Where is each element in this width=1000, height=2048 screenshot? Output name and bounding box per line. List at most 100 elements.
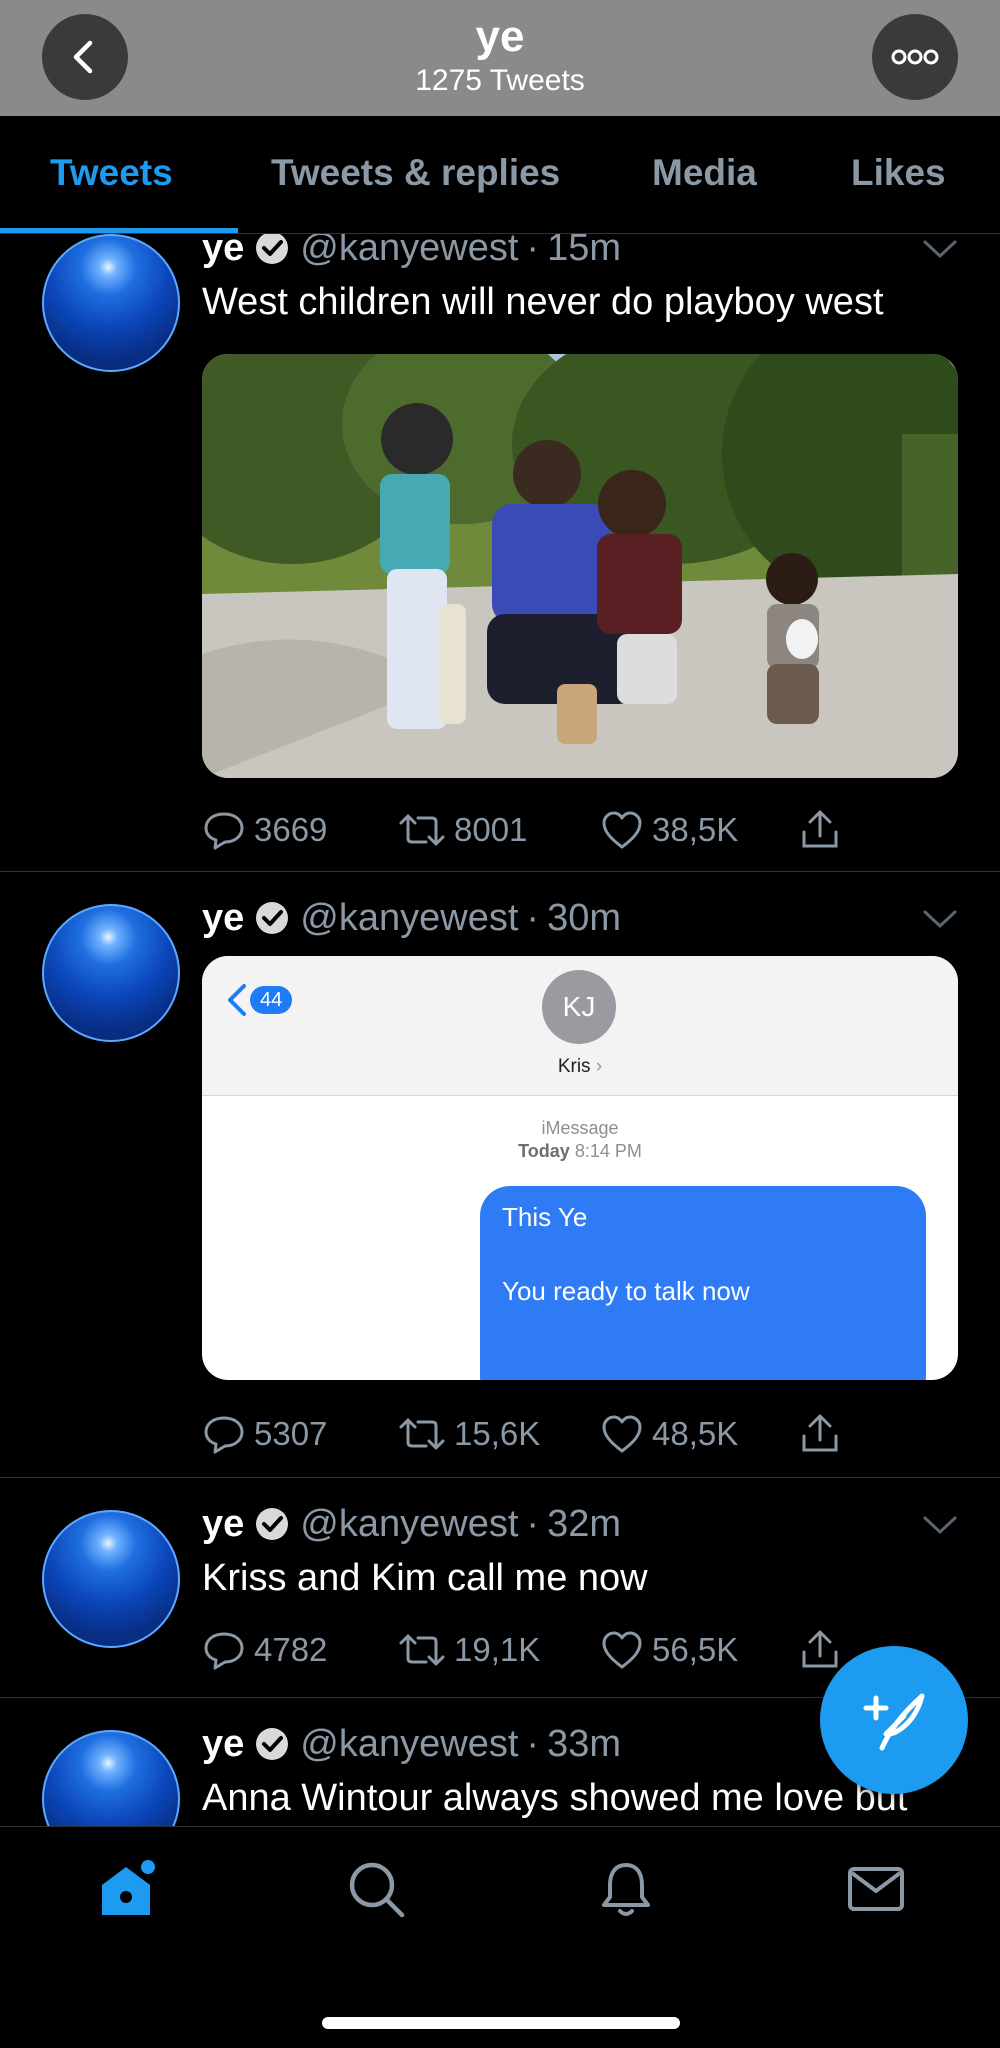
- home-indicator[interactable]: [322, 2017, 680, 2029]
- avatar[interactable]: [42, 904, 180, 1042]
- chevron-down-icon[interactable]: [922, 908, 958, 930]
- profile-header: ye 1275 Tweets: [0, 0, 1000, 116]
- share-button[interactable]: [798, 806, 850, 854]
- verified-icon: [254, 234, 290, 266]
- nav-messages[interactable]: [844, 1857, 908, 1926]
- tweet-actions: 3669 8001 38,5K: [202, 806, 862, 854]
- author-name[interactable]: ye: [202, 1503, 244, 1546]
- like-count: 56,5K: [652, 1631, 739, 1668]
- tweet-time: 30m: [547, 896, 621, 939]
- reply-icon: [204, 1416, 244, 1454]
- author-name[interactable]: ye: [202, 234, 244, 270]
- tab-tweets-replies[interactable]: Tweets & replies: [271, 152, 560, 194]
- retweet-icon: [399, 814, 445, 846]
- chevron-right-icon: ›: [595, 1056, 603, 1077]
- more-dots-icon: [891, 49, 939, 65]
- tab-tweets[interactable]: Tweets: [50, 152, 173, 194]
- retweet-count: 8001: [454, 811, 528, 848]
- verified-icon: [254, 1726, 290, 1762]
- author-name[interactable]: ye: [202, 897, 244, 940]
- share-icon: [802, 1630, 838, 1668]
- tweet-header: ye @kanyewest · 30m: [202, 894, 621, 942]
- reply-button[interactable]: 5307: [202, 1410, 327, 1458]
- tweet[interactable]: ye @kanyewest · 30m 44 KJ Kris › iMessag…: [0, 872, 1000, 1478]
- date-time: 8:14 PM: [574, 1141, 642, 1161]
- chevron-down-icon[interactable]: [922, 1514, 958, 1536]
- compose-tweet-icon: [863, 1693, 925, 1751]
- active-tab-indicator: [0, 228, 238, 233]
- reply-count: 3669: [254, 811, 328, 848]
- separator-dot: ·: [526, 896, 540, 939]
- contact-avatar: KJ: [542, 970, 616, 1044]
- tweet-count: 1275 Tweets: [415, 64, 585, 97]
- photo-illustration: [202, 354, 958, 778]
- tweet-text: Anna Wintour always showed me love but: [202, 1777, 908, 1819]
- retweet-count: 19,1K: [454, 1631, 541, 1668]
- author-handle: @kanyewest: [300, 896, 519, 939]
- tweet[interactable]: ye @kanyewest · 15m West children will n…: [0, 234, 1000, 872]
- retweet-button[interactable]: 15,6K: [398, 1410, 540, 1458]
- imessage-header: 44 KJ Kris ›: [202, 956, 958, 1096]
- message-bubble: This Ye You ready to talk now: [480, 1186, 926, 1380]
- tweet-time: 15m: [547, 234, 621, 269]
- contact-name: Kris ›: [202, 1056, 958, 1078]
- share-icon: [802, 1414, 838, 1452]
- date-label: Today: [518, 1141, 570, 1161]
- reply-count: 4782: [254, 1631, 328, 1668]
- nav-home[interactable]: [94, 1857, 158, 1926]
- retweet-button[interactable]: 8001: [398, 806, 527, 854]
- avatar[interactable]: [42, 1730, 180, 1826]
- more-button[interactable]: [872, 14, 958, 100]
- avatar[interactable]: [42, 1510, 180, 1648]
- like-count: 48,5K: [652, 1415, 739, 1452]
- imessage-back: 44: [224, 982, 293, 1018]
- tweet-feed[interactable]: ye @kanyewest · 15m West children will n…: [0, 234, 1000, 1826]
- contact-name-text: Kris: [557, 1056, 591, 1077]
- share-button[interactable]: [798, 1410, 850, 1458]
- tab-likes[interactable]: Likes: [851, 152, 946, 194]
- messages-icon: [848, 1867, 904, 1911]
- tweet-photo[interactable]: [202, 354, 958, 778]
- share-icon: [802, 810, 838, 848]
- retweet-icon: [399, 1418, 445, 1450]
- verified-icon: [254, 1506, 290, 1542]
- tweet-header: ye @kanyewest · 32m: [202, 1500, 621, 1548]
- tweet-actions: 5307 15,6K 48,5K: [202, 1410, 862, 1458]
- message-line: This Ye: [502, 1202, 588, 1232]
- like-button[interactable]: 38,5K: [600, 806, 738, 854]
- retweet-icon: [399, 1634, 445, 1666]
- reply-icon: [204, 1632, 244, 1670]
- author-name[interactable]: ye: [202, 1723, 244, 1766]
- separator-dot: ·: [526, 1722, 540, 1765]
- heart-icon: [602, 811, 642, 849]
- reply-count: 5307: [254, 1415, 328, 1452]
- reply-button[interactable]: 4782: [202, 1626, 327, 1674]
- profile-name: ye: [475, 12, 525, 61]
- imessage-service-label: iMessage: [541, 1118, 619, 1138]
- tweet-header: ye @kanyewest · 15m: [202, 234, 621, 272]
- nav-notifications[interactable]: [594, 1857, 658, 1926]
- retweet-button[interactable]: 19,1K: [398, 1626, 540, 1674]
- compose-tweet-button[interactable]: [820, 1646, 968, 1794]
- like-button[interactable]: 48,5K: [600, 1410, 738, 1458]
- tweet-actions: 4782 19,1K 56,5K: [202, 1626, 862, 1674]
- tweet-time: 32m: [547, 1502, 621, 1545]
- reply-button[interactable]: 3669: [202, 806, 327, 854]
- author-handle: @kanyewest: [300, 1722, 519, 1765]
- profile-tabs: Tweets Tweets & replies Media Likes: [0, 116, 1000, 234]
- nav-search[interactable]: [344, 1857, 408, 1926]
- retweet-count: 15,6K: [454, 1415, 541, 1452]
- tweet-header: ye @kanyewest · 33m: [202, 1720, 621, 1768]
- message-line: You ready to talk now: [502, 1276, 750, 1306]
- unread-badge: 44: [250, 986, 293, 1014]
- tweet-time: 33m: [547, 1722, 621, 1765]
- tab-media[interactable]: Media: [652, 152, 757, 194]
- author-handle: @kanyewest: [300, 1502, 519, 1545]
- imessage-screenshot[interactable]: 44 KJ Kris › iMessage Today 8:14 PM This…: [202, 956, 958, 1380]
- home-icon: [102, 1860, 155, 1915]
- chevron-down-icon[interactable]: [922, 238, 958, 260]
- search-icon: [349, 1862, 405, 1918]
- avatar[interactable]: [42, 234, 180, 372]
- like-button[interactable]: 56,5K: [600, 1626, 738, 1674]
- heart-icon: [602, 1415, 642, 1453]
